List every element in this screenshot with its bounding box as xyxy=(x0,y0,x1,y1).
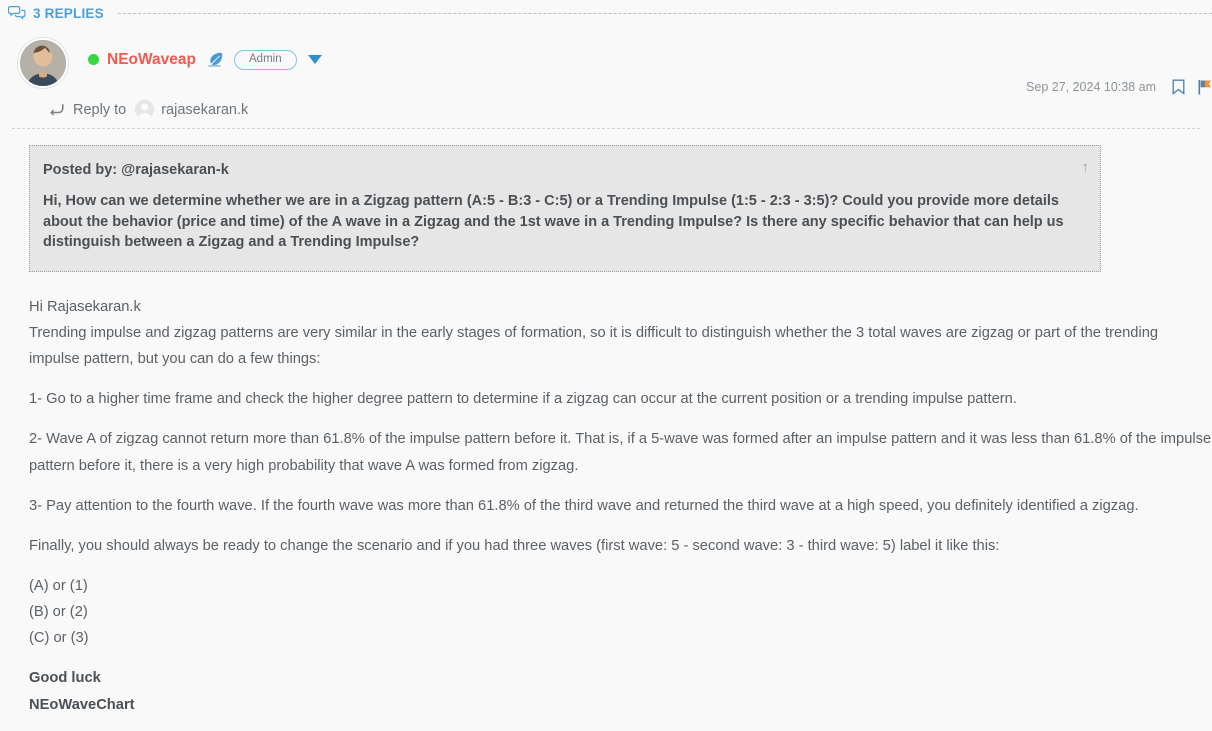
comments-icon xyxy=(8,6,26,20)
replies-count-label: 3 REPLIES xyxy=(33,5,104,21)
post-timestamp: Sep 27, 2024 10:38 am xyxy=(1026,80,1156,94)
replies-header-bar: 3 REPLIES xyxy=(0,0,1212,26)
feather-pen-icon[interactable] xyxy=(206,51,223,68)
reply-to-avatar[interactable] xyxy=(135,100,155,119)
body-signoff: Good luck xyxy=(29,670,101,687)
post-body: Hi Rajasekaran.k Trending impulse and zi… xyxy=(0,272,1212,718)
body-intro: Trending impulse and zigzag patterns are… xyxy=(29,324,1159,368)
user-placeholder-icon xyxy=(135,100,155,119)
reply-arrow-icon xyxy=(50,103,64,116)
avatar[interactable] xyxy=(18,38,68,88)
flag-icon[interactable] xyxy=(1198,79,1212,95)
quote-text: Hi, How can we determine whether we are … xyxy=(43,193,1064,251)
replies-divider xyxy=(117,12,1212,14)
online-status-dot xyxy=(88,54,99,66)
body-point-1: 1- Go to a higher time frame and check t… xyxy=(29,391,1017,408)
body-point-3: 3- Pay attention to the fourth wave. If … xyxy=(29,497,1139,514)
body-label-b: (B) or (2) xyxy=(29,604,88,621)
author-username[interactable]: NEoWaveap xyxy=(107,51,196,69)
bookmark-icon[interactable] xyxy=(1172,79,1185,95)
body-signature: NEoWaveChart xyxy=(29,696,135,713)
body-label-c: (C) or (3) xyxy=(29,630,89,647)
post-meta: Sep 27, 2024 10:38 am xyxy=(1026,79,1212,95)
post-container: NEoWaveap Admin Sep 27, 2024 10:38 am Re… xyxy=(0,26,1212,718)
body-point-2: 2- Wave A of zigzag cannot return more t… xyxy=(29,431,1212,474)
admin-badge: Admin xyxy=(234,50,297,70)
body-label-a: (A) or (1) xyxy=(29,577,88,594)
reply-to-row: Reply to rajasekaran.k xyxy=(12,90,1200,129)
reply-to-username[interactable]: rajasekaran.k xyxy=(161,102,248,118)
body-greeting: Hi Rajasekaran.k xyxy=(29,298,141,315)
quote-author-line: Posted by: @rajasekaran-k xyxy=(43,162,229,178)
body-closing: Finally, you should always be ready to c… xyxy=(29,537,1000,554)
avatar-photo xyxy=(20,40,66,86)
post-header: NEoWaveap Admin Sep 27, 2024 10:38 am xyxy=(0,26,1212,95)
author-identity: NEoWaveap Admin xyxy=(88,50,322,70)
chevron-down-icon[interactable] xyxy=(307,55,322,65)
quoted-post: Posted by: @rajasekaran-k Hi, How can we… xyxy=(29,145,1101,272)
reply-to-label: Reply to xyxy=(73,101,127,118)
jump-to-quote-icon[interactable]: ↑ xyxy=(1082,160,1090,175)
